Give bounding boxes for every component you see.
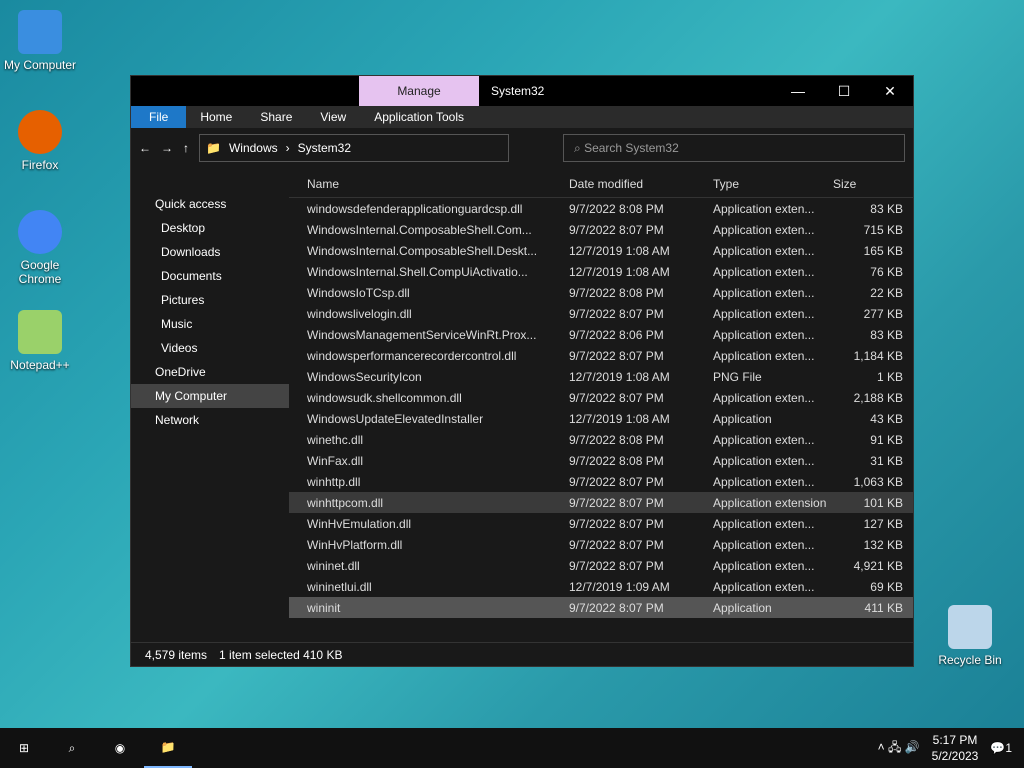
ribbon-file[interactable]: File — [131, 106, 187, 128]
desktop-notepadpp[interactable]: Notepad++ — [0, 310, 80, 372]
sidebar-documents[interactable]: Documents — [131, 264, 289, 288]
sidebar: Quick access Desktop Downloads Documents… — [131, 170, 289, 642]
sidebar-quick-access[interactable]: Quick access — [131, 192, 289, 216]
table-row[interactable]: WindowsManagementServiceWinRt.Prox... 9/7… — [289, 324, 913, 345]
desktop-firefox[interactable]: Firefox — [0, 110, 80, 172]
ribbon-application-tools[interactable]: Application Tools — [360, 110, 478, 124]
forward-icon[interactable]: → — [161, 141, 173, 155]
table-row[interactable]: WinHvPlatform.dll 9/7/2022 8:07 PM Applica… — [289, 534, 913, 555]
explorer-window: Manage System32 — ☐ ✕ File Home Share View… — [130, 75, 914, 667]
sidebar-videos[interactable]: Videos — [131, 336, 289, 360]
table-row[interactable]: WindowsInternal.ComposableShell.Com... 9/… — [289, 219, 913, 240]
search-icon: ⌕ — [574, 140, 585, 155]
sidebar-desktop[interactable]: Desktop — [131, 216, 289, 240]
sidebar-onedrive[interactable]: OneDrive — [131, 360, 289, 384]
table-row[interactable]: wininit 9/7/2022 8:07 PM Application 411 KB — [289, 597, 913, 618]
table-row[interactable]: windowslivelogin.dll 9/7/2022 8:07 PM Appl… — [289, 303, 913, 324]
file-explorer-icon[interactable]: 📁 — [144, 728, 192, 768]
col-date[interactable]: Date modified — [569, 177, 713, 191]
desktop-recycle-bin[interactable]: Recycle Bin — [930, 605, 1010, 667]
clock[interactable]: 5:17 PM 5/2/2023 — [932, 732, 979, 764]
desktop-my-computer[interactable]: My Computer — [0, 10, 80, 72]
notification-icon[interactable]: 💬1 — [990, 741, 1012, 755]
back-icon[interactable]: ← — [139, 141, 151, 155]
sidebar-my-computer[interactable]: My Computer — [131, 384, 289, 408]
chrome-icon[interactable]: ◉ — [96, 728, 144, 768]
desktop-chrome[interactable]: Google Chrome — [0, 210, 80, 286]
table-row[interactable]: WindowsInternal.ComposableShell.Deskt...… — [289, 240, 913, 261]
minimize-icon[interactable]: — — [775, 76, 821, 106]
titlebar: Manage System32 — ☐ ✕ — [131, 76, 913, 106]
table-row[interactable]: winethc.dll 9/7/2022 8:08 PM Application e… — [289, 429, 913, 450]
ribbon-view[interactable]: View — [306, 110, 360, 124]
sidebar-pictures[interactable]: Pictures — [131, 288, 289, 312]
search-icon[interactable]: ⌕ — [48, 728, 96, 768]
folder-icon: 📁 — [206, 141, 221, 155]
table-row[interactable]: wininetlui.dll 12/7/2019 1:09 AM Applicati… — [289, 576, 913, 597]
table-row[interactable]: WindowsUpdateElevatedInstaller 12/7/2019 … — [289, 408, 913, 429]
table-row[interactable]: windowsudk.shellcommon.dll 9/7/2022 8:07 … — [289, 387, 913, 408]
ribbon: File Home Share View Application Tools — [131, 106, 913, 128]
search-input[interactable]: ⌕ Search System32 — [563, 134, 905, 162]
window-title: System32 — [491, 84, 545, 98]
tray-icons[interactable]: ˄ 🖧 🔊 — [878, 738, 920, 759]
maximize-icon[interactable]: ☐ — [821, 76, 867, 106]
col-size[interactable]: Size — [833, 177, 856, 191]
file-list: Name Date modified Type Size windowsdefende… — [289, 170, 913, 642]
windows-icon[interactable]: ⊞ — [0, 728, 48, 768]
up-icon[interactable]: ↑ — [183, 141, 189, 155]
navigation-bar: ← → ↑ 📁 Windows › System32 ⌕ Search System32 — [131, 128, 913, 168]
table-row[interactable]: windowsperformancerecordercontrol.dll 9/7… — [289, 345, 913, 366]
table-row[interactable]: WinHvEmulation.dll 9/7/2022 8:07 PM Applic… — [289, 513, 913, 534]
table-row[interactable]: wininet.dll 9/7/2022 8:07 PM Application e… — [289, 555, 913, 576]
col-type[interactable]: Type — [713, 177, 833, 191]
table-row[interactable]: WinFax.dll 9/7/2022 8:08 PM Application ex… — [289, 450, 913, 471]
sidebar-network[interactable]: Network — [131, 408, 289, 432]
table-row[interactable]: WindowsIoTCsp.dll 9/7/2022 8:08 PM Applica… — [289, 282, 913, 303]
ribbon-share[interactable]: Share — [246, 110, 306, 124]
table-row[interactable]: WindowsSecurityIcon 12/7/2019 1:08 AM PNG … — [289, 366, 913, 387]
sidebar-downloads[interactable]: Downloads — [131, 240, 289, 264]
address-bar[interactable]: 📁 Windows › System32 — [199, 134, 509, 162]
table-row[interactable]: WindowsInternal.Shell.CompUiActivatio...… — [289, 261, 913, 282]
sidebar-music[interactable]: Music — [131, 312, 289, 336]
table-row[interactable]: windowsdefenderapplicationguardcsp.dll 9/… — [289, 198, 913, 219]
manage-tab[interactable]: Manage — [359, 76, 479, 106]
status-bar: 4,579 items 1 item selected 410 KB — [131, 642, 913, 666]
taskbar: ⊞ ⌕ ◉ 📁 ˄ 🖧 🔊 5:17 PM 5/2/2023 💬1 — [0, 728, 1024, 768]
close-icon[interactable]: ✕ — [867, 76, 913, 106]
table-row[interactable]: winhttp.dll 9/7/2022 8:07 PM Application e… — [289, 471, 913, 492]
col-name[interactable]: Name — [307, 177, 569, 191]
table-row[interactable]: winhttpcom.dll 9/7/2022 8:07 PM Applicatio… — [289, 492, 913, 513]
ribbon-home[interactable]: Home — [186, 110, 246, 124]
